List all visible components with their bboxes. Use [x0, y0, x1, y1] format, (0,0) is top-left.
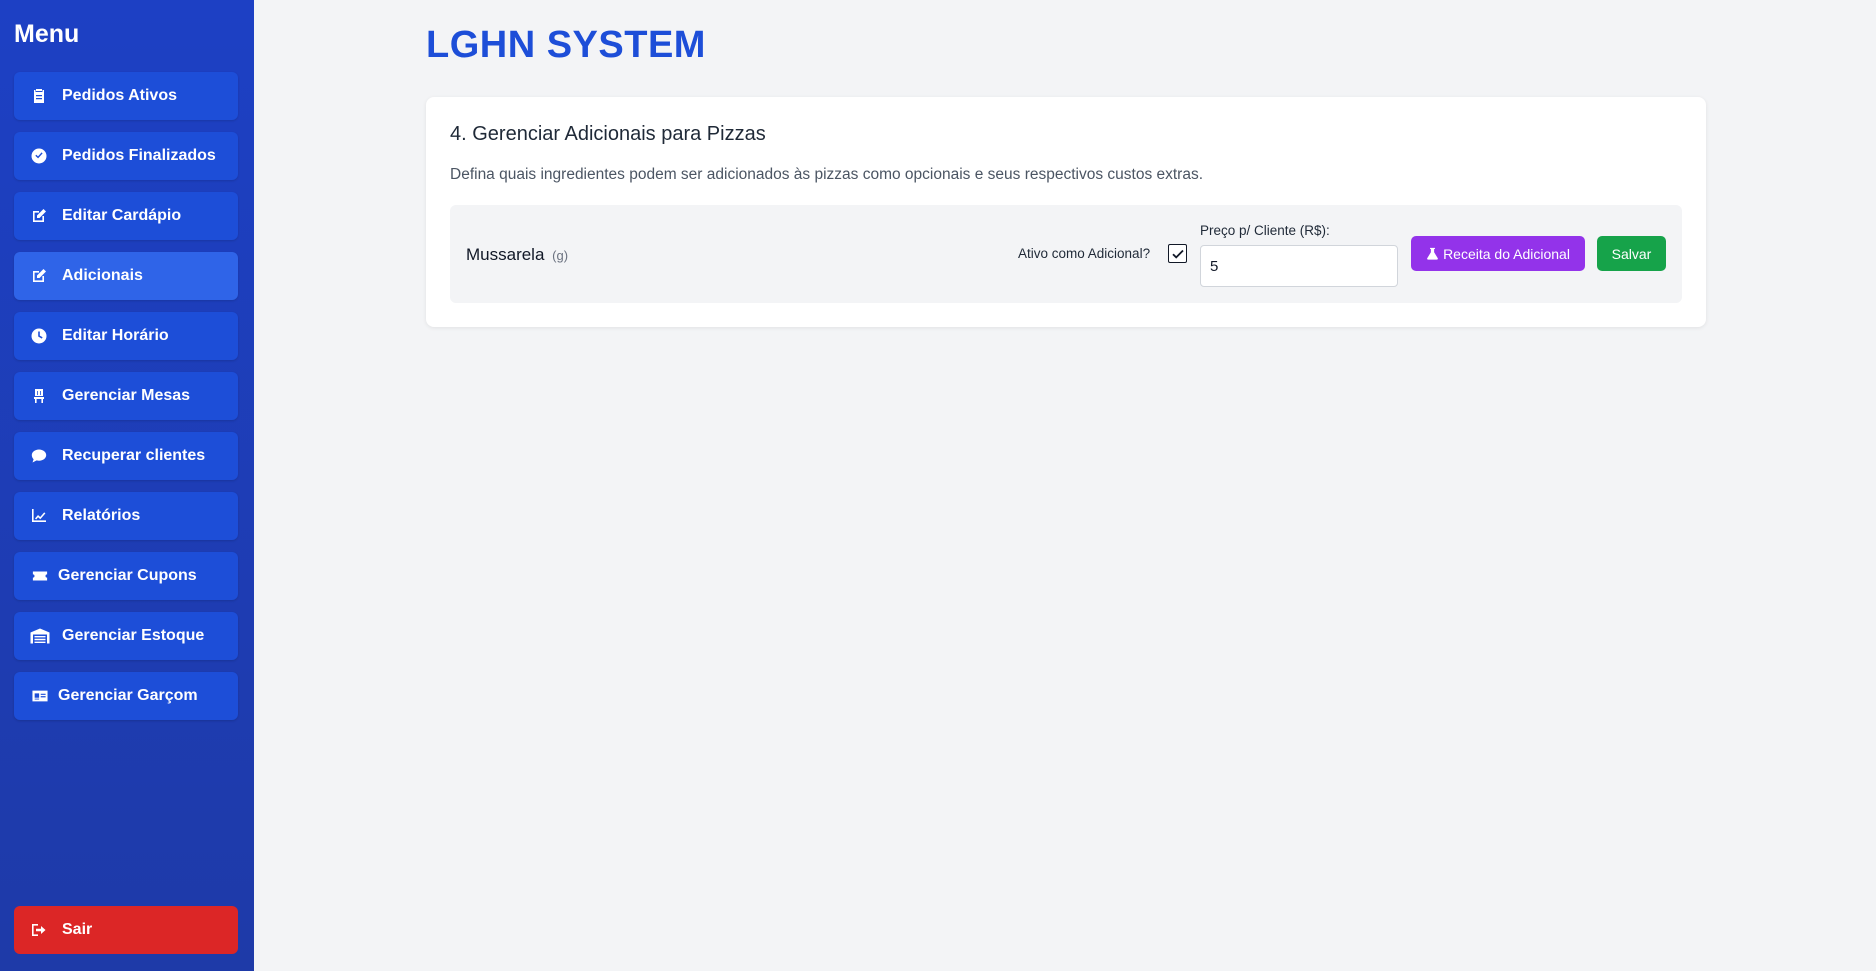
logout-label: Sair	[62, 921, 93, 938]
addon-row: Mussarela (g) Ativo como Adicional? Preç…	[450, 205, 1682, 303]
addons-card: 4. Gerenciar Adicionais para Pizzas Defi…	[426, 97, 1706, 327]
sidebar-item-label: Gerenciar Estoque	[62, 627, 205, 644]
sidebar-item-label: Gerenciar Mesas	[62, 387, 191, 404]
sidebar: Menu Pedidos Ativos Pedidos Finalizados …	[0, 0, 254, 971]
sidebar-item-label: Adicionais	[62, 267, 143, 284]
sidebar-item-gerenciar-estoque[interactable]: Gerenciar Estoque	[14, 612, 238, 660]
recipe-button-label: Receita do Adicional	[1443, 245, 1570, 262]
sidebar-item-adicionais[interactable]: Adicionais	[14, 252, 238, 300]
check-circle-icon	[28, 147, 50, 165]
sidebar-item-gerenciar-cupons[interactable]: Gerenciar Cupons	[14, 552, 238, 600]
sidebar-nav: Pedidos Ativos Pedidos Finalizados Edita…	[14, 72, 238, 720]
active-checkbox[interactable]	[1168, 244, 1187, 263]
app-title: LGHN SYSTEM	[426, 24, 706, 66]
section-description: Defina quais ingredientes podem ser adic…	[450, 166, 1204, 183]
comment-icon	[28, 447, 50, 465]
chart-line-icon	[28, 507, 50, 525]
warehouse-icon	[28, 627, 52, 645]
sidebar-item-gerenciar-garcom[interactable]: Gerenciar Garçom	[14, 672, 238, 720]
sidebar-item-pedidos-finalizados[interactable]: Pedidos Finalizados	[14, 132, 238, 180]
edit-icon	[28, 207, 50, 225]
sidebar-item-label: Pedidos Finalizados	[62, 147, 216, 164]
addon-name-text: Mussarela	[466, 245, 545, 264]
checkmark-icon	[1171, 249, 1184, 259]
sidebar-item-editar-cardapio[interactable]: Editar Cardápio	[14, 192, 238, 240]
edit-icon	[28, 267, 50, 285]
price-label: Preço p/ Cliente (R$):	[1200, 223, 1330, 238]
sidebar-item-label: Pedidos Ativos	[62, 87, 177, 104]
clock-icon	[28, 327, 50, 345]
sidebar-item-recuperar-clientes[interactable]: Recuperar clientes	[14, 432, 238, 480]
active-label: Ativo como Adicional?	[1018, 246, 1151, 261]
sidebar-item-editar-horario[interactable]: Editar Horário	[14, 312, 238, 360]
sign-out-icon	[28, 921, 50, 939]
sidebar-item-label: Gerenciar Garçom	[58, 687, 198, 704]
logout-button[interactable]: Sair	[14, 906, 238, 954]
chair-icon	[28, 387, 50, 405]
sidebar-item-label: Recuperar clientes	[62, 447, 206, 464]
sidebar-item-label: Relatórios	[62, 507, 141, 524]
section-title: 4. Gerenciar Adicionais para Pizzas	[450, 123, 766, 145]
id-card-icon	[28, 687, 52, 705]
addon-unit: (g)	[552, 248, 569, 263]
price-input[interactable]	[1200, 245, 1398, 287]
ticket-icon	[28, 567, 52, 585]
sidebar-item-label: Editar Cardápio	[62, 207, 182, 224]
recipe-button[interactable]: Receita do Adicional	[1411, 236, 1585, 271]
flask-icon	[1427, 247, 1438, 260]
save-button-label: Salvar	[1611, 245, 1652, 262]
sidebar-item-label: Editar Horário	[62, 327, 169, 344]
sidebar-item-label: Gerenciar Cupons	[58, 567, 197, 584]
menu-title: Menu	[14, 20, 80, 48]
addon-name: Mussarela (g)	[466, 245, 568, 265]
sidebar-item-pedidos-ativos[interactable]: Pedidos Ativos	[14, 72, 238, 120]
sidebar-item-gerenciar-mesas[interactable]: Gerenciar Mesas	[14, 372, 238, 420]
clipboard-icon	[28, 87, 50, 105]
save-button[interactable]: Salvar	[1597, 236, 1666, 271]
sidebar-item-relatorios[interactable]: Relatórios	[14, 492, 238, 540]
